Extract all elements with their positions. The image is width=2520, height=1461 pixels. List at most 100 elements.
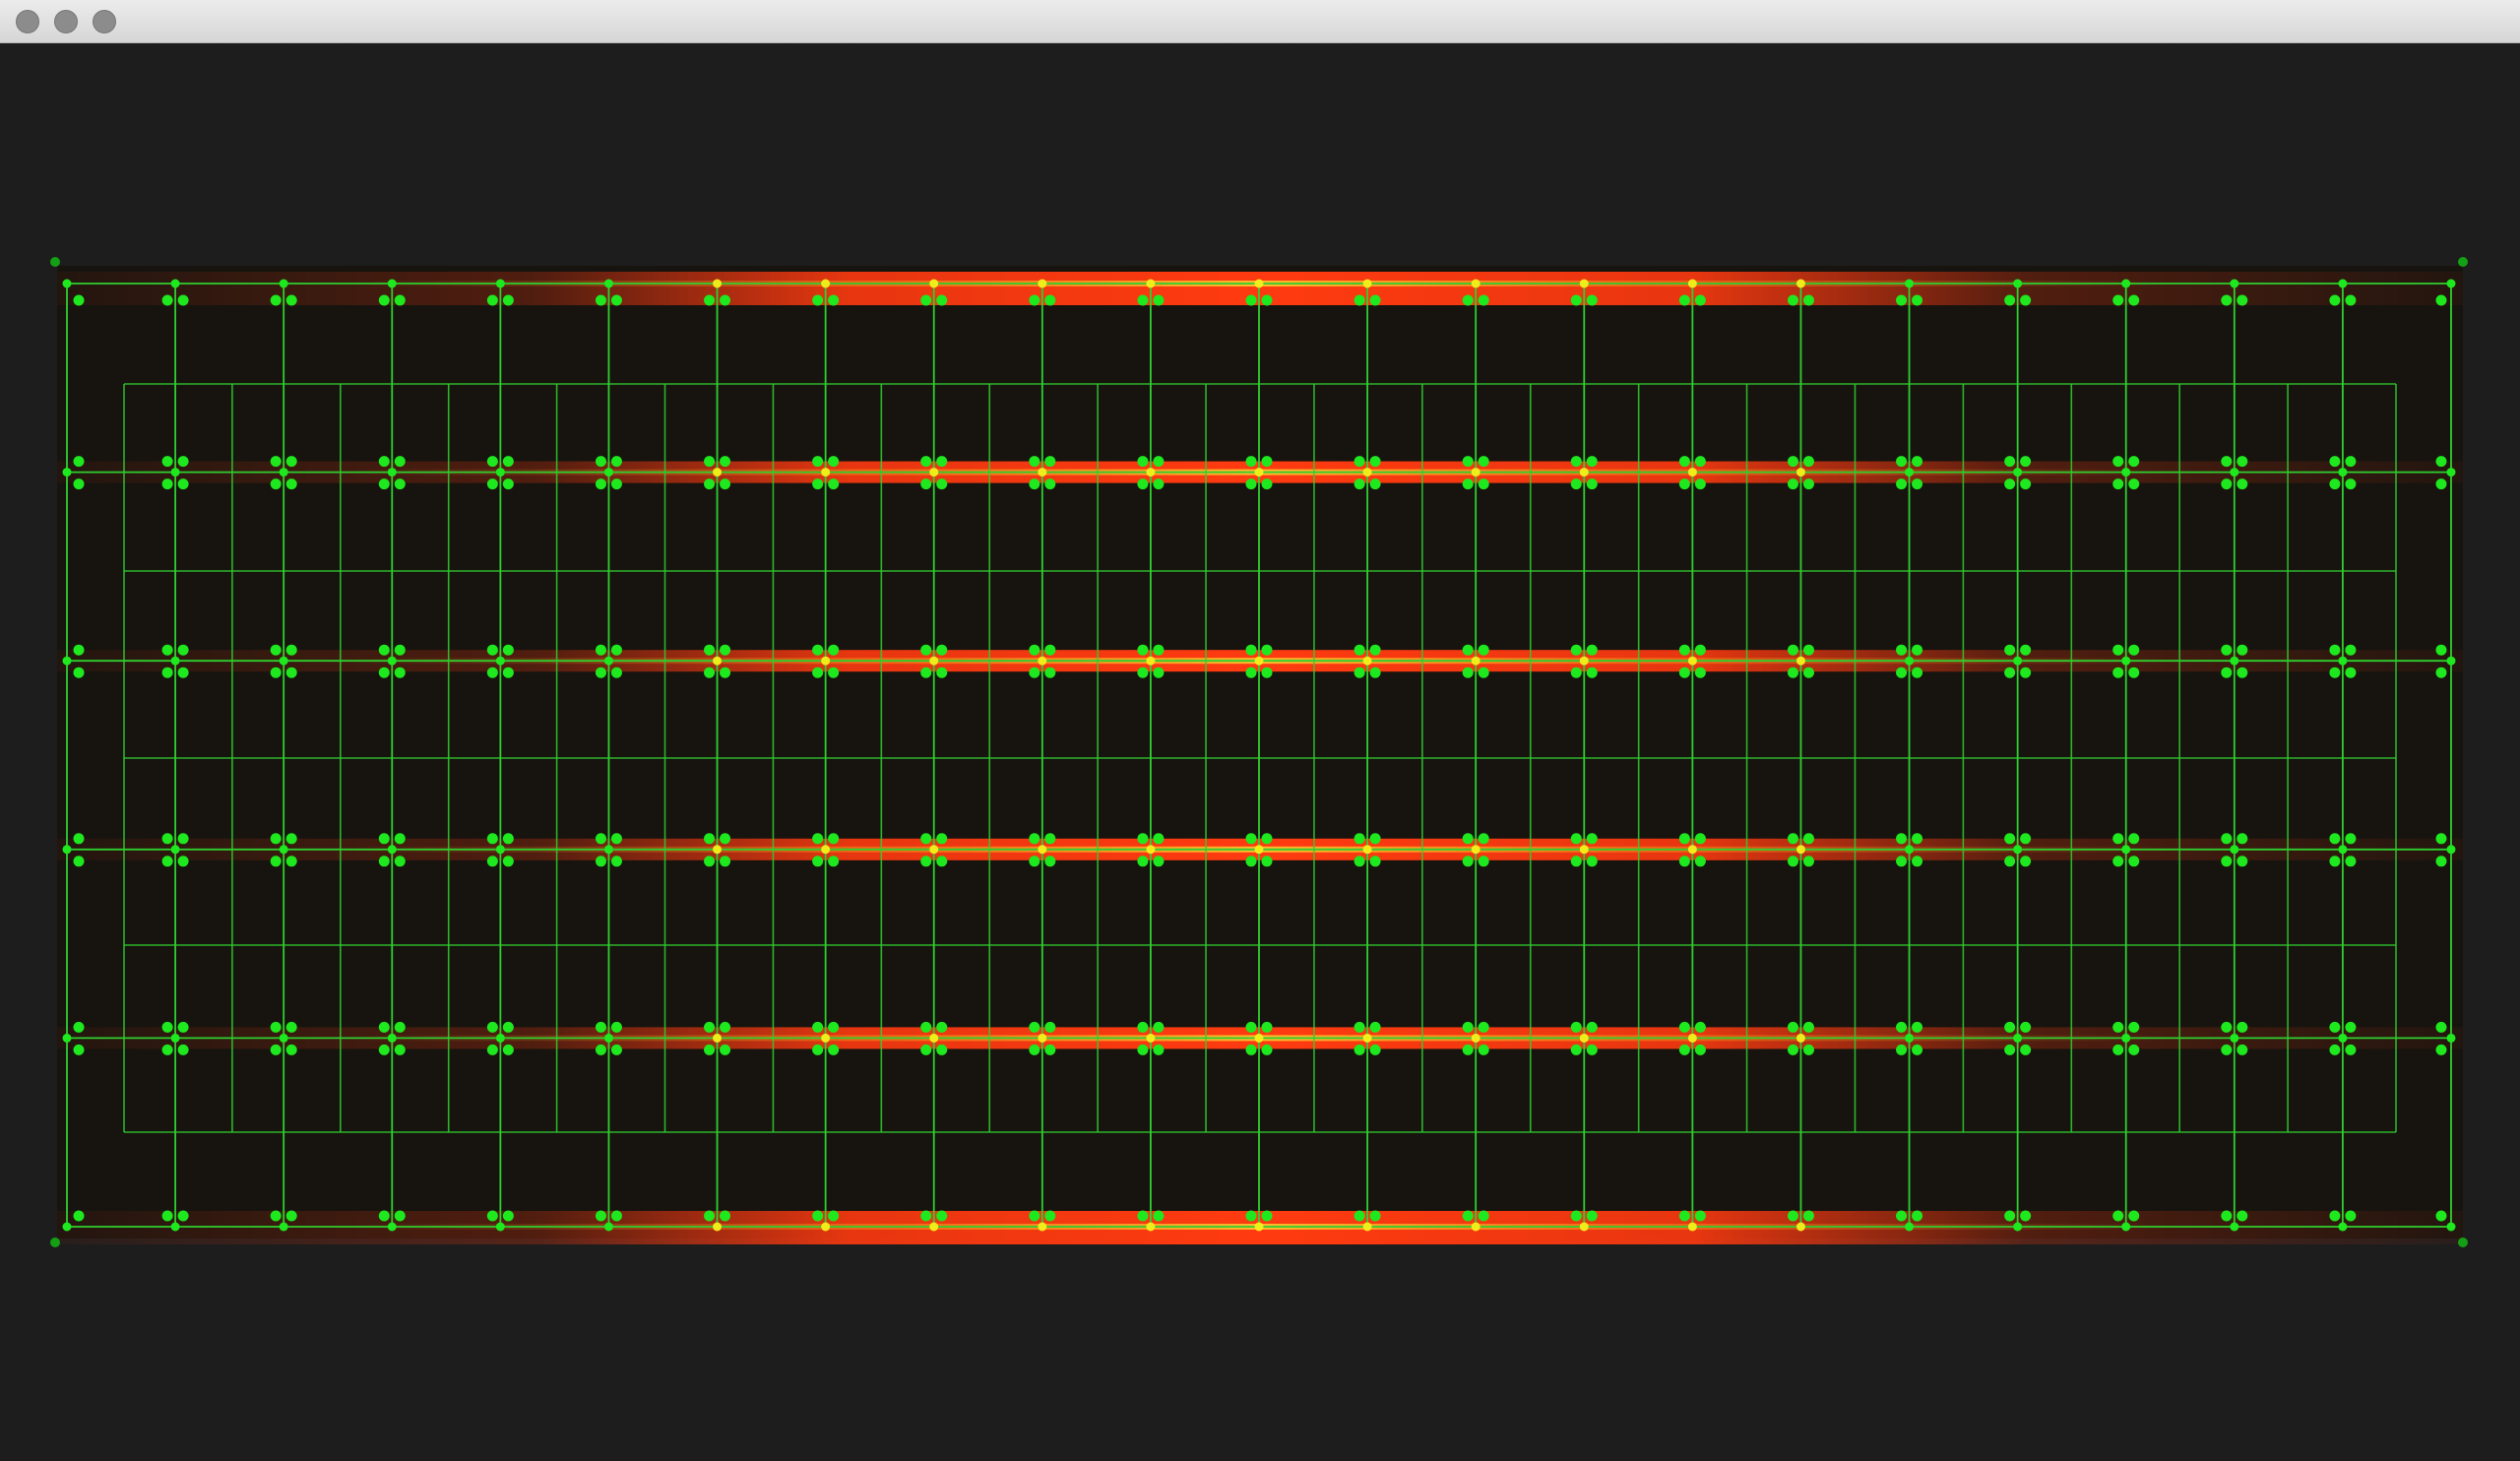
control-point — [595, 294, 606, 306]
control-point — [73, 1021, 85, 1033]
control-point — [936, 294, 948, 306]
grid-intersection-point — [1362, 656, 1372, 666]
grid-intersection-point — [1687, 1222, 1697, 1232]
grid-intersection-point — [1471, 279, 1480, 288]
control-point — [1802, 456, 1814, 468]
control-point — [812, 1210, 824, 1222]
grid-intersection-point — [62, 1033, 72, 1043]
grid-intersection-point — [279, 656, 288, 666]
grid-intersection-point — [1687, 468, 1697, 477]
control-point — [177, 1044, 189, 1055]
control-point — [177, 856, 189, 867]
control-point — [1678, 294, 1690, 306]
grid-intersection-point — [1796, 1033, 1805, 1043]
control-point — [177, 456, 189, 468]
title-bar[interactable] — [0, 0, 2520, 43]
control-point — [1369, 667, 1381, 678]
grid-intersection-point — [929, 656, 939, 666]
control-point — [1787, 294, 1798, 306]
control-point — [394, 644, 406, 656]
grid-intersection-point — [1146, 1033, 1156, 1043]
control-point — [1912, 1021, 1923, 1033]
grid-intersection-point — [387, 468, 397, 477]
grid-intersection-point — [1362, 468, 1372, 477]
close-window-button[interactable] — [16, 10, 39, 33]
control-point — [610, 644, 622, 656]
control-point — [595, 667, 606, 678]
calibration-overlay[interactable] — [0, 43, 2520, 1461]
grid-intersection-point — [821, 845, 831, 855]
grid-intersection-point — [929, 1033, 939, 1043]
grid-intersection-point — [387, 279, 397, 288]
grid-intersection-point — [2338, 1033, 2348, 1043]
control-point — [1137, 856, 1149, 867]
control-point — [1678, 1044, 1690, 1055]
control-point — [2435, 456, 2447, 468]
control-point — [1478, 1021, 1489, 1033]
control-point — [2236, 456, 2248, 468]
control-point — [2004, 294, 2016, 306]
grid-intersection-point — [1362, 1222, 1372, 1232]
control-point — [1478, 294, 1489, 306]
control-point — [1896, 644, 1908, 656]
control-point — [1787, 1021, 1798, 1033]
control-point — [1570, 644, 1582, 656]
grid-intersection-point — [1905, 1222, 1915, 1232]
control-point — [2329, 856, 2341, 867]
control-point — [2020, 1021, 2032, 1033]
control-point — [486, 294, 498, 306]
control-point — [1802, 833, 1814, 845]
control-point — [2128, 667, 2140, 678]
control-point — [73, 478, 85, 490]
control-point — [812, 833, 824, 845]
control-point — [936, 478, 948, 490]
control-point — [610, 833, 622, 845]
corner-handle — [50, 1238, 60, 1247]
control-point — [2112, 1021, 2124, 1033]
control-point — [1478, 1044, 1489, 1055]
grid-intersection-point — [1905, 468, 1915, 477]
control-point — [1245, 478, 1257, 490]
grid-intersection-point — [2013, 656, 2023, 666]
control-point — [595, 644, 606, 656]
control-point — [1896, 1044, 1908, 1055]
control-point — [720, 478, 731, 490]
control-point — [2345, 833, 2357, 845]
control-point — [1029, 644, 1040, 656]
control-point — [1678, 644, 1690, 656]
control-point — [936, 856, 948, 867]
control-point — [920, 856, 932, 867]
control-point — [1369, 456, 1381, 468]
grid-intersection-point — [495, 1222, 505, 1232]
control-point — [1462, 294, 1474, 306]
control-point — [1478, 1210, 1489, 1222]
image-viewer-canvas[interactable] — [0, 43, 2520, 1461]
control-point — [1029, 456, 1040, 468]
control-point — [2221, 833, 2233, 845]
control-point — [1029, 856, 1040, 867]
control-point — [936, 1044, 948, 1055]
minimize-window-button[interactable] — [54, 10, 78, 33]
control-point — [1787, 478, 1798, 490]
control-point — [1787, 644, 1798, 656]
control-point — [1802, 1210, 1814, 1222]
grid-intersection-point — [2230, 656, 2239, 666]
control-point — [486, 833, 498, 845]
control-point — [1787, 1210, 1798, 1222]
control-point — [1261, 294, 1273, 306]
control-point — [1912, 856, 1923, 867]
control-point — [270, 294, 282, 306]
grid-intersection-point — [929, 279, 939, 288]
maximize-window-button[interactable] — [93, 10, 116, 33]
control-point — [812, 1044, 824, 1055]
control-point — [1912, 1210, 1923, 1222]
control-point — [704, 478, 716, 490]
grid-intersection-point — [1579, 845, 1589, 855]
control-point — [2345, 294, 2357, 306]
control-point — [720, 833, 731, 845]
control-point — [936, 833, 948, 845]
control-point — [486, 478, 498, 490]
control-point — [1245, 856, 1257, 867]
control-point — [1245, 1044, 1257, 1055]
control-point — [2112, 456, 2124, 468]
